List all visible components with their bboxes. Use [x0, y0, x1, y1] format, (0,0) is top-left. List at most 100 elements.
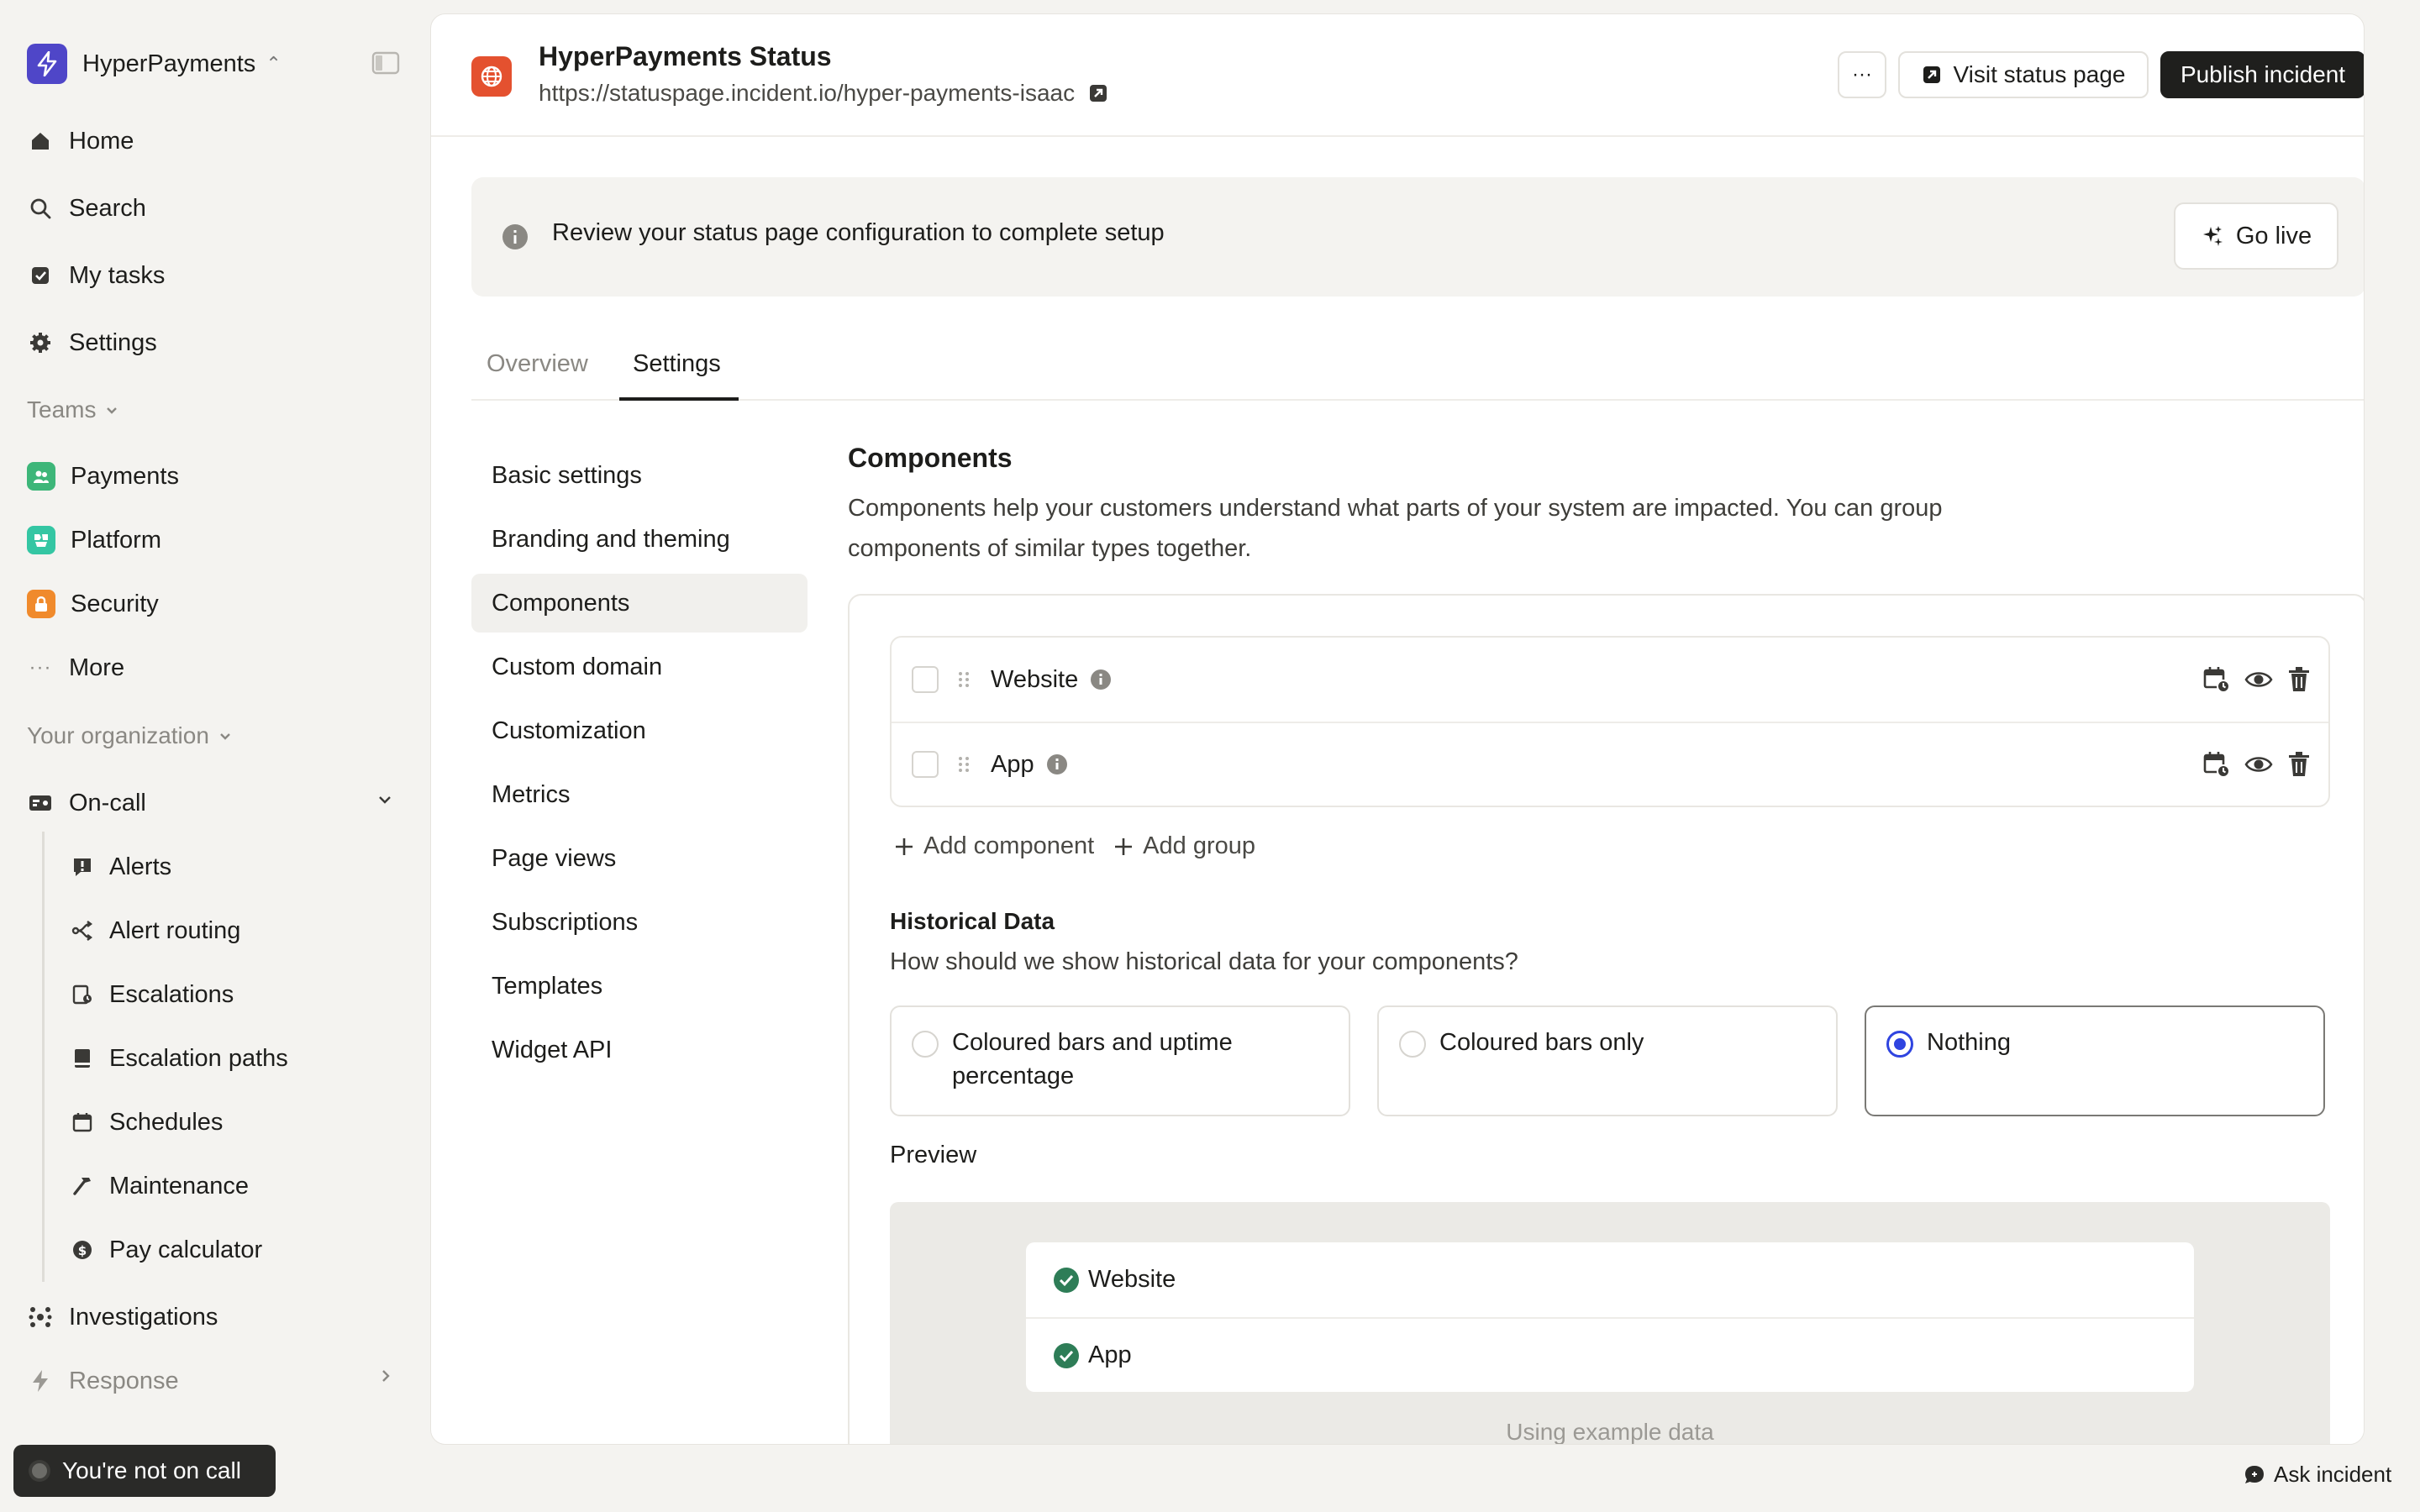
tab-overview[interactable]: Overview — [487, 350, 588, 396]
subnav-templates[interactable]: Templates — [471, 957, 808, 1016]
subnav-components[interactable]: Components — [471, 574, 808, 633]
component-name-text: Website — [991, 665, 1079, 693]
more-options-button[interactable]: ··· — [1838, 51, 1886, 98]
nav-oncall[interactable]: On-call — [27, 780, 146, 827]
info-icon[interactable] — [1046, 753, 1068, 775]
subnav-branding[interactable]: Branding and theming — [471, 510, 808, 569]
team-payments[interactable]: Payments — [27, 453, 179, 500]
chevron-down-icon[interactable] — [376, 791, 393, 808]
nav-investigations[interactable]: Investigations — [27, 1294, 218, 1341]
main-panel: HyperPayments Status https://statuspage.… — [430, 13, 2365, 1445]
add-component-button[interactable]: Add component — [893, 832, 1094, 860]
subnav-customization[interactable]: Customization — [471, 701, 808, 760]
eye-icon[interactable] — [2244, 665, 2273, 694]
components-heading: Components — [848, 443, 1013, 473]
add-group-label: Add group — [1143, 832, 1255, 859]
component-actions — [2202, 665, 2312, 694]
org-section[interactable]: Your organization — [27, 717, 233, 754]
tab-settings[interactable]: Settings — [633, 350, 721, 396]
go-live-label: Go live — [2235, 222, 2312, 249]
chevron-down-icon — [218, 728, 233, 743]
components-description: Components help your customers understan… — [848, 495, 1943, 562]
routing-icon — [71, 919, 94, 942]
org-name: HyperPayments — [82, 50, 256, 77]
option-bars-only[interactable]: Coloured bars only — [1377, 1005, 1838, 1116]
add-group-button[interactable]: Add group — [1113, 832, 1255, 860]
radio-button[interactable] — [1399, 1031, 1426, 1058]
nav-tasks[interactable]: My tasks — [27, 252, 165, 299]
team-platform-label: Platform — [71, 526, 161, 554]
sub-escalation-paths[interactable]: Escalation paths — [71, 1035, 288, 1082]
drag-handle-icon[interactable] — [957, 669, 971, 690]
team-platform-icon — [27, 526, 55, 554]
ask-incident-button[interactable]: Ask incident — [2244, 1462, 2391, 1488]
subnav-widget-api[interactable]: Widget API — [471, 1021, 808, 1079]
team-platform[interactable]: Platform — [27, 517, 161, 564]
sparkle-icon — [2201, 224, 2224, 248]
option-label: Nothing — [1927, 1029, 2011, 1056]
preview-heading: Preview — [890, 1142, 977, 1168]
subnav-subscriptions[interactable]: Subscriptions — [471, 893, 808, 952]
option-nothing[interactable]: Nothing — [1865, 1005, 2325, 1116]
option-label: Coloured bars and uptime percentage — [952, 1029, 1233, 1089]
org-switcher[interactable]: HyperPayments ⌃ — [27, 44, 281, 84]
sub-escalations[interactable]: Escalations — [71, 971, 234, 1018]
calendar-clock-icon[interactable] — [2202, 750, 2231, 779]
status-dot — [32, 1463, 47, 1478]
preview-item-label: Website — [1088, 1266, 1176, 1293]
component-name-text: App — [991, 750, 1034, 778]
team-security-label: Security — [71, 590, 159, 617]
escalation-icon — [71, 983, 94, 1006]
subnav-custom-domain[interactable]: Custom domain — [471, 638, 808, 696]
sub-pay-calculator-label: Pay calculator — [109, 1236, 263, 1263]
status-page-url-text: https://statuspage.incident.io/hyper-pay… — [539, 80, 1076, 106]
sub-maintenance[interactable]: Maintenance — [71, 1163, 249, 1210]
nav-home[interactable]: Home — [27, 118, 134, 165]
sub-alerts[interactable]: Alerts — [71, 843, 171, 890]
nav-settings[interactable]: Settings — [27, 319, 157, 366]
subnav-basic-settings[interactable]: Basic settings — [471, 446, 808, 505]
nav-home-label: Home — [69, 127, 134, 155]
nav-more[interactable]: ··· More — [27, 644, 125, 691]
teams-section[interactable]: Teams — [27, 391, 119, 428]
visit-status-page-button[interactable]: Visit status page — [1898, 51, 2149, 98]
nav-more-label: More — [69, 654, 125, 681]
subnav-metrics[interactable]: Metrics — [471, 765, 808, 824]
status-page-url[interactable]: https://statuspage.incident.io/hyper-pay… — [539, 80, 1108, 107]
chevron-down-icon — [104, 402, 119, 417]
trash-icon[interactable] — [2286, 665, 2312, 694]
eye-icon[interactable] — [2244, 750, 2273, 779]
team-security[interactable]: Security — [27, 580, 159, 627]
alert-icon — [71, 855, 94, 879]
radio-button-selected[interactable] — [1886, 1031, 1913, 1058]
sub-pay-calculator[interactable]: $ Pay calculator — [71, 1226, 262, 1273]
trash-icon[interactable] — [2286, 750, 2312, 779]
subnav-page-views[interactable]: Page views — [471, 829, 808, 888]
chevron-right-icon[interactable] — [378, 1368, 393, 1384]
nav-settings-label: Settings — [69, 328, 157, 356]
drag-handle-icon[interactable] — [957, 754, 971, 774]
radio-button[interactable] — [912, 1031, 939, 1058]
go-live-button[interactable]: Go live — [2174, 202, 2338, 270]
sub-schedules[interactable]: Schedules — [71, 1099, 223, 1146]
publish-incident-button[interactable]: Publish incident — [2160, 51, 2364, 98]
sidebar-toggle-icon[interactable] — [371, 50, 400, 76]
nav-search[interactable]: Search — [27, 185, 146, 232]
nav-tasks-label: My tasks — [69, 261, 166, 289]
ask-incident-label: Ask incident — [2274, 1462, 2392, 1487]
historical-data-heading: Historical Data — [890, 908, 1055, 934]
investigations-icon — [27, 1304, 54, 1331]
calendar-clock-icon[interactable] — [2202, 665, 2231, 694]
visit-status-page-label: Visit status page — [1953, 61, 2126, 87]
svg-text:$: $ — [78, 1243, 87, 1258]
component-checkbox[interactable] — [912, 666, 939, 693]
team-payments-icon — [27, 462, 55, 491]
check-circle-icon — [1053, 1342, 1080, 1369]
info-icon[interactable] — [1090, 669, 1112, 690]
component-checkbox[interactable] — [912, 751, 939, 778]
nav-response[interactable]: Response — [27, 1357, 179, 1404]
book-icon — [71, 1047, 94, 1070]
sub-alert-routing[interactable]: Alert routing — [71, 907, 240, 954]
option-bars-and-uptime[interactable]: Coloured bars and uptime percentage — [890, 1005, 1350, 1116]
oncall-status-pill[interactable]: You're not on call — [13, 1445, 276, 1497]
